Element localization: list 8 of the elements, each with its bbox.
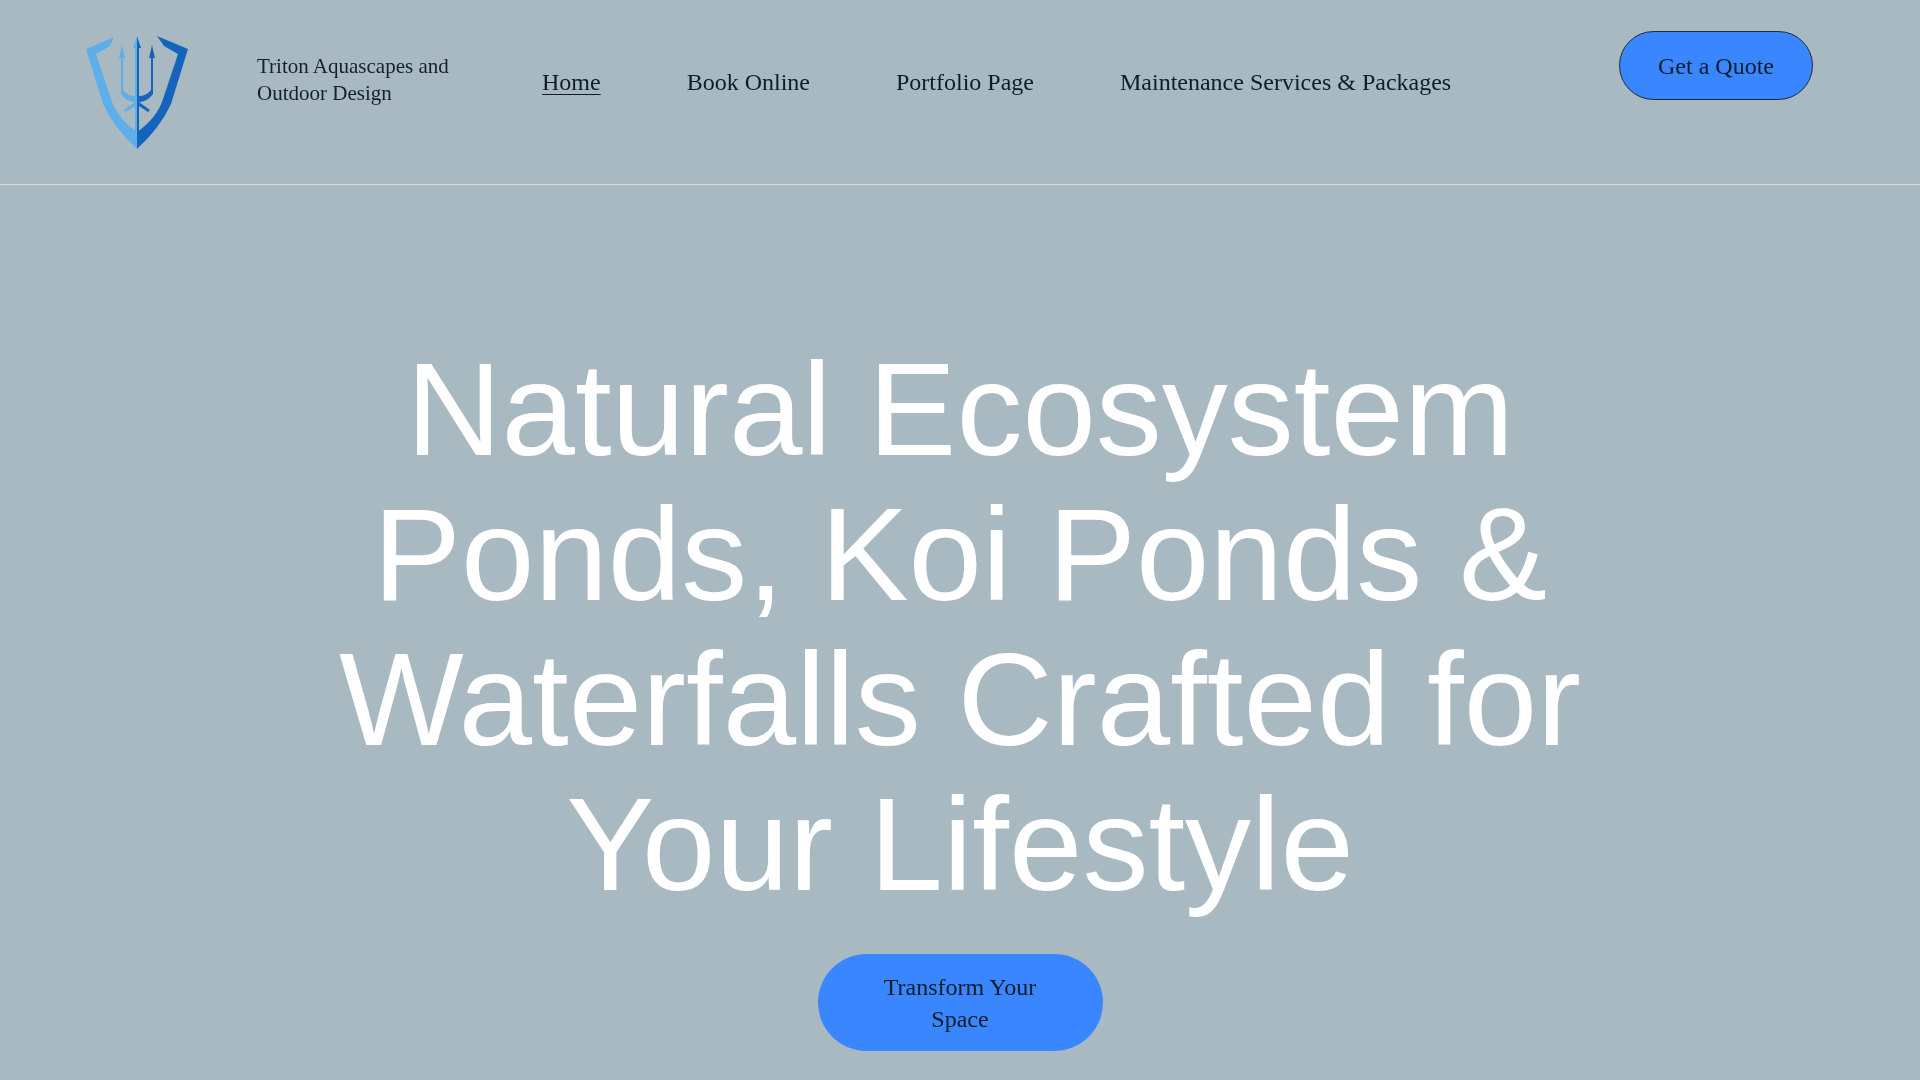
nav-link[interactable]: Book Online — [686, 67, 810, 97]
hero-heading: Natural Ecosystem Ponds, Koi Ponds & Waterfalls Crafted for Your Lifestyle — [337, 337, 1583, 917]
cta-button[interactable]: Transform Your Space — [817, 954, 1103, 1051]
brand-name: Triton Aquascapes and Outdoor Design — [257, 53, 450, 107]
nav-link[interactable]: Maintenance Services & Packages — [1120, 67, 1452, 97]
nav-link[interactable]: Home — [542, 67, 601, 97]
get-quote-button[interactable]: Get a Quote — [1619, 31, 1813, 100]
nav-link[interactable]: Portfolio Page — [896, 67, 1034, 97]
